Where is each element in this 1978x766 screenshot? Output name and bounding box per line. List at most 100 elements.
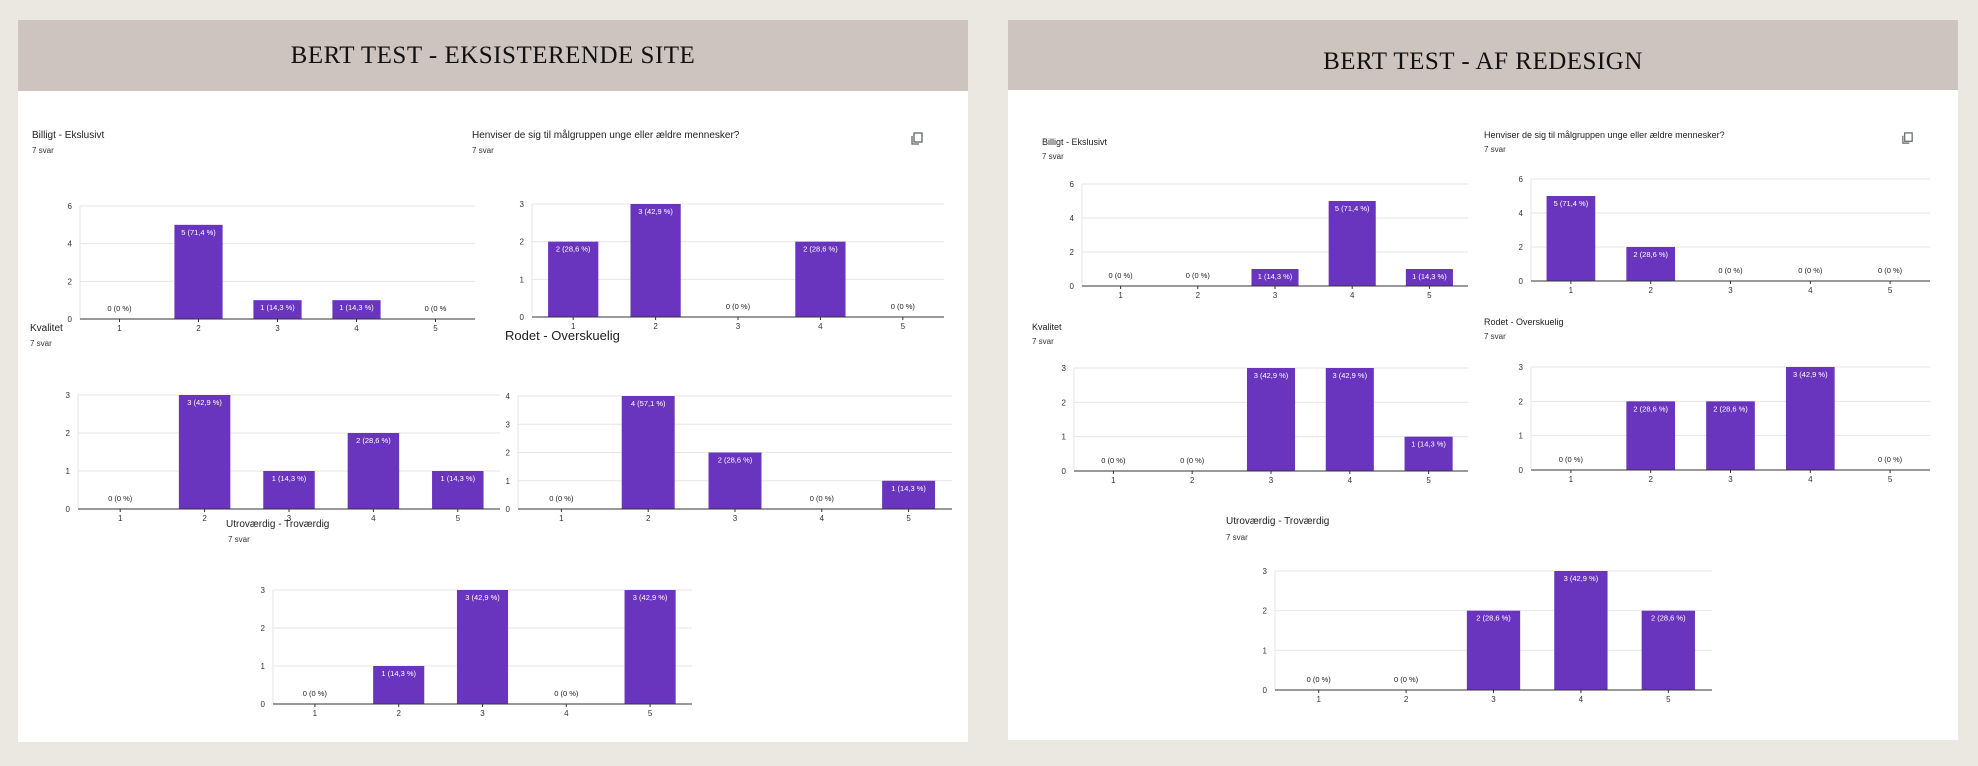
data-label: 2 (28,6 %) [1633,404,1668,413]
data-label: 0 (0 % [425,304,447,313]
y-tick-label: 2 [520,238,525,247]
data-label: 1 (14,3 %) [1412,272,1447,281]
y-tick-label: 6 [1070,180,1075,189]
chart-title: Rodet - Overskuelig [1484,317,1564,327]
x-tick-label: 2 [396,709,401,718]
panel-title: BERT TEST - EKSISTERENDE SITE [290,41,696,69]
x-tick-label: 4 [1579,695,1584,704]
y-tick-label: 0 [1263,686,1268,695]
y-tick-label: 0 [1070,282,1075,291]
y-tick-label: 3 [520,200,525,209]
y-tick-label: 2 [1070,248,1075,257]
x-tick-label: 2 [196,324,201,333]
chart-title: Utroværdig - Troværdig [226,519,330,530]
data-label: 1 (14,3 %) [1411,440,1446,449]
bar [1785,367,1835,470]
data-label: 0 (0 %) [726,302,751,311]
y-tick-label: 1 [66,467,71,476]
y-tick-label: 2 [1062,398,1067,407]
y-tick-label: 2 [68,277,73,286]
bar [630,204,681,317]
panel-existing-site: BERT TEST - EKSISTERENDE SITE Billigt - … [18,20,968,742]
copy-icon[interactable] [1901,132,1914,150]
data-label: 0 (0 %) [1394,675,1419,684]
data-label: 0 (0 %) [1718,266,1743,275]
data-label: 0 (0 %) [1559,455,1584,464]
data-label: 5 (71,4 %) [1335,204,1370,213]
data-label: 0 (0 %) [1878,266,1903,275]
data-label: 3 (42,9 %) [638,207,673,216]
x-tick-label: 5 [1427,291,1432,300]
data-label: 5 (71,4 %) [1554,199,1589,208]
x-tick-label: 5 [456,514,461,523]
bar [1325,368,1374,471]
y-tick-label: 3 [1062,364,1067,373]
y-tick-label: 4 [1070,214,1075,223]
bar-plot: 0 1 2 3 0 (0 %) 1 1 (14,3 %) 2 3 (42,9 %) 3 0 (0 %… [261,586,692,718]
x-tick-label: 3 [736,322,741,331]
x-tick-label: 3 [275,324,280,333]
x-tick-label: 5 [901,322,906,331]
bar [1546,196,1596,281]
chart-title: Henviser de sig til målgruppen unge elle… [1484,130,1725,140]
x-tick-label: 3 [1491,695,1496,704]
bar [1328,201,1376,286]
data-label: 1 (14,3 %) [440,474,475,483]
data-label: 0 (0 %) [1186,271,1211,280]
bar-plot: 01230 (0 %)13 (42,9 %)21 (14,3 %)32 (28,… [66,391,500,523]
data-label: 2 (28,6 %) [1713,404,1748,413]
y-tick-label: 0 [1519,277,1524,286]
x-tick-label: 1 [1316,695,1321,704]
y-tick-label: 2 [66,429,71,438]
x-tick-label: 5 [1426,476,1431,485]
y-tick-label: 1 [261,662,266,671]
chart-subtitle: 7 svar [32,146,54,155]
x-tick-label: 3 [1273,291,1278,300]
x-tick-label: 4 [1808,475,1813,484]
panel-title: BERT TEST - AF REDESIGN [1323,48,1643,75]
chart-subtitle: 7 svar [472,146,494,155]
x-tick-label: 5 [433,324,438,333]
x-tick-label: 1 [313,709,318,718]
chart-subtitle: 7 svar [1042,152,1064,161]
data-label: 1 (14,3 %) [381,669,416,678]
bar-plot: 0 1 2 3 4 0 (0 %) 1 4 (57,1 %) 2 2 (28,6 %) 3 0 (0 … [506,392,952,523]
x-tick-label: 1 [559,514,564,523]
chart-subtitle: 7 svar [1226,533,1248,542]
x-tick-label: 3 [480,709,485,718]
data-label: 2 (28,6 %) [356,436,391,445]
bar [1554,571,1608,690]
y-tick-label: 2 [261,624,266,633]
x-tick-label: 2 [1190,476,1195,485]
chart-subtitle: 7 svar [30,339,52,348]
data-label: 0 (0 %) [891,302,916,311]
x-tick-label: 1 [1111,476,1116,485]
y-tick-label: 0 [1519,466,1524,475]
bar [456,590,509,704]
y-tick-label: 3 [506,420,511,429]
y-tick-label: 6 [1519,175,1524,184]
x-tick-label: 3 [1728,475,1733,484]
data-label: 0 (0 %) [1798,266,1823,275]
x-tick-label: 4 [1808,286,1813,295]
data-label: 0 (0 %) [1878,455,1903,464]
x-tick-label: 1 [117,324,122,333]
data-label: 0 (0 %) [303,689,328,698]
x-tick-label: 1 [1118,291,1123,300]
x-tick-label: 2 [202,514,207,523]
y-tick-label: 3 [66,391,71,400]
data-label: 0 (0 %) [1109,271,1134,280]
data-label: 2 (28,6 %) [1651,614,1686,623]
x-tick-label: 1 [1569,286,1574,295]
panel-redesign: BERT TEST - AF REDESIGN Billigt - Ekslus… [1008,20,1958,740]
x-tick-label: 5 [906,514,911,523]
x-tick-label: 2 [1648,475,1653,484]
data-label: 5 (71,4 %) [181,228,216,237]
bar-plot: 0 1 2 3 0 (0 %) 1 2 (28,6 %) 2 2 (28,6 %) 3 3 (42,… [1519,363,1930,484]
chart-title: Rodet - Overskuelig [505,328,620,343]
chart-title: Utroværdig - Troværdig [1226,516,1330,527]
data-label: 2 (28,6 %) [556,245,591,254]
chart-subtitle: 7 svar [228,535,250,544]
data-label: 0 (0 %) [554,689,579,698]
copy-icon[interactable] [910,132,924,151]
